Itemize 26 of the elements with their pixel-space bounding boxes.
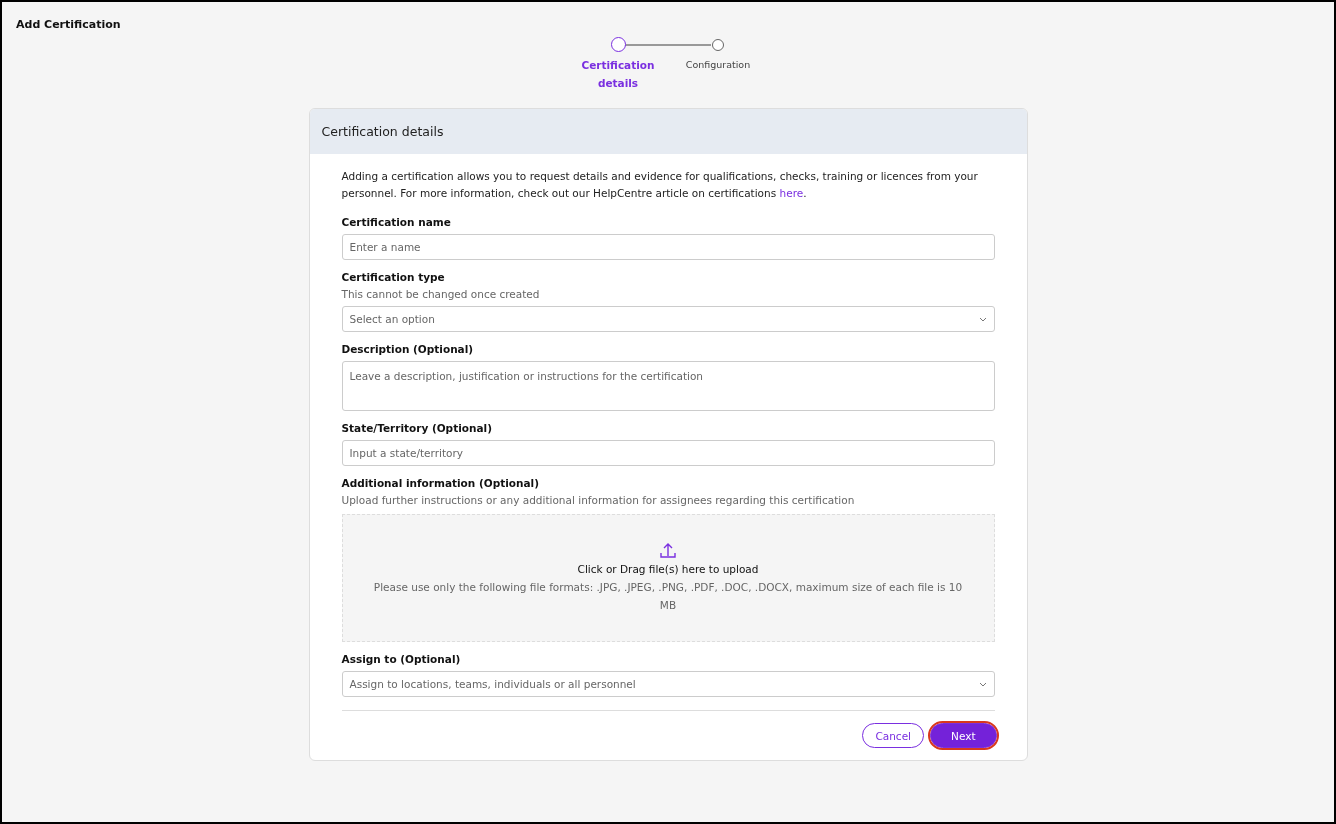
field-label: Certification type (341, 271, 446, 283)
select-field[interactable]: Assign to locations, teams, individuals or all personnel (341, 671, 995, 697)
chevron-down-icon (978, 316, 987, 322)
upload-title: Click or Drag file(s) here to upload (577, 563, 759, 575)
description-field[interactable]: Leave a description, justification or instructions for the certification (341, 361, 995, 411)
upload-note: Please use only the following file formats: .JPG, .JPEG, .PNG, .PDF, .DOC, .DOCX, maximum size of each file is 10 MB (372, 580, 964, 613)
intro-text: Adding a certification allows you to request details and evidence for qualifications, checks, training or licences from your personnel. For more information, check out our HelpCentre article on certifications here. (341, 169, 979, 201)
chevron-down-icon (978, 681, 987, 687)
page-title: Add Certification (16, 18, 121, 31)
field-label: Certification name (341, 216, 452, 228)
field-label: Description (Optional) (341, 343, 475, 355)
text-field[interactable]: Input a state/territory (341, 440, 995, 466)
card-header: Certification details (309, 109, 1027, 154)
field-label: Assign to (Optional) (341, 653, 462, 665)
field-label: Additional information (Optional) (341, 477, 540, 489)
field-hint: This cannot be changed once created (341, 288, 541, 300)
step-label[interactable]: Certification details (578, 56, 658, 92)
upload-dropzone[interactable]: Click or Drag file(s) here to upload Please use only the following file formats: .JPG, .JPEG, .PNG, .PDF, .DOC, .DOCX, maximum size of each file is 10 MB (341, 514, 995, 642)
cancel-button[interactable]: Cancel (862, 723, 925, 748)
field-label: State/Territory (Optional) (341, 422, 493, 434)
field-hint: Upload further instructions or any additional information for assignees regarding this certification (341, 494, 856, 506)
next-button[interactable]: Next (930, 723, 997, 748)
step-label[interactable]: Configuration (668, 56, 768, 74)
select-field[interactable]: Select an option (341, 306, 995, 332)
upload-icon (660, 542, 676, 559)
text-field[interactable]: Enter a name (341, 234, 995, 260)
